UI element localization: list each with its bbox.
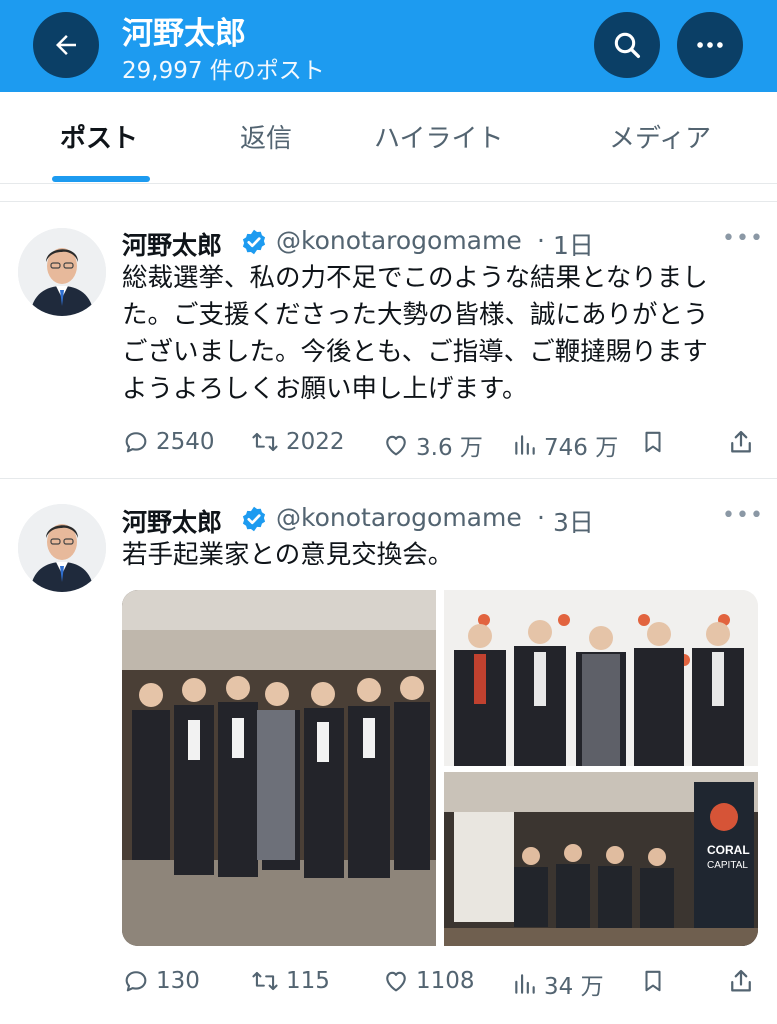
views-button[interactable]: 34 万 xyxy=(512,967,604,1001)
tab-media[interactable]: メディア xyxy=(609,118,711,155)
verified-badge-icon xyxy=(242,229,266,255)
coral-logo-text: CORAL xyxy=(707,843,750,857)
bookmark-button[interactable] xyxy=(640,967,666,995)
search-icon xyxy=(614,32,640,58)
media-photo-3[interactable]: CORAL CAPITAL xyxy=(444,772,758,946)
post-time[interactable]: 3日 xyxy=(553,503,594,539)
reply-button[interactable]: 2540 xyxy=(122,428,215,456)
avatar-portrait-icon xyxy=(18,228,106,316)
tweet-text: 総裁選挙、私の力不足でこのような結果となりまし た。ご支援くださった大勢の皆様、… xyxy=(122,260,762,408)
repost-count: 115 xyxy=(286,968,330,994)
profile-header: 河野太郎 29,997 件のポスト xyxy=(0,0,777,92)
tweet-text-line: た。ご支援くださった大勢の皆様、誠にありがとう xyxy=(122,300,709,330)
tweet-text: 若手起業家との意見交換会。 xyxy=(122,537,762,574)
avatar-portrait-icon xyxy=(18,504,106,592)
post-time[interactable]: 1日 xyxy=(553,226,594,262)
share-icon xyxy=(731,430,751,453)
media-photo-1[interactable] xyxy=(122,590,436,946)
author-name[interactable]: 河野太郎 xyxy=(122,226,222,262)
views-button[interactable]: 746 万 xyxy=(512,428,618,462)
tab-highlights[interactable]: ハイライト xyxy=(374,118,503,155)
post-count: 29,997 件のポスト xyxy=(122,58,325,84)
more-horizontal-icon xyxy=(697,42,723,48)
verified-badge-icon xyxy=(242,506,266,532)
separator-dot: · xyxy=(537,226,545,255)
tweet-text-line: ございました。今後とも、ご指導、ご鞭撻賜ります xyxy=(122,337,708,367)
share-button[interactable] xyxy=(727,967,755,995)
heart-icon xyxy=(386,971,406,992)
back-button[interactable] xyxy=(33,12,99,78)
profile-name: 河野太郎 xyxy=(122,16,246,52)
repost-button[interactable]: 2022 xyxy=(250,428,345,456)
panel-photo-image xyxy=(444,590,758,766)
coral-logo-subtext: CAPITAL xyxy=(707,860,748,871)
heart-icon xyxy=(386,435,406,456)
tweet-more-icon[interactable]: ••• xyxy=(722,226,764,251)
author-name[interactable]: 河野太郎 xyxy=(122,503,222,539)
active-tab-indicator xyxy=(52,176,150,182)
repost-icon xyxy=(252,971,278,991)
section-separator xyxy=(0,184,777,202)
avatar[interactable] xyxy=(18,228,106,316)
like-button[interactable]: 1108 xyxy=(382,967,475,995)
reply-icon xyxy=(125,971,147,992)
reply-icon xyxy=(125,432,147,453)
author-handle[interactable]: @konotarogomame xyxy=(276,503,522,532)
group-photo-image xyxy=(122,590,436,946)
bookmark-icon xyxy=(645,970,661,992)
like-count: 3.6 万 xyxy=(416,435,483,461)
stage-photo-image: CORAL CAPITAL xyxy=(444,772,758,946)
tweet-text-line: 総裁選挙、私の力不足でこのような結果となりまし xyxy=(122,263,708,293)
author-handle[interactable]: @konotarogomame xyxy=(276,226,522,255)
tweet-more-icon[interactable]: ••• xyxy=(722,503,764,528)
bookmark-icon xyxy=(645,431,661,453)
avatar[interactable] xyxy=(18,504,106,592)
tweet-text-line: 若手起業家との意見交換会。 xyxy=(122,540,454,570)
bookmark-button[interactable] xyxy=(640,428,666,456)
views-icon xyxy=(515,435,535,455)
views-count: 746 万 xyxy=(544,435,619,461)
search-button[interactable] xyxy=(594,12,660,78)
separator-dot: · xyxy=(537,503,545,532)
profile-tabs: ポスト 返信 ハイライト メディア xyxy=(0,92,777,184)
share-button[interactable] xyxy=(727,428,755,456)
share-icon xyxy=(731,969,751,992)
like-button[interactable]: 3.6 万 xyxy=(382,428,483,462)
views-icon xyxy=(515,974,535,994)
reply-count: 130 xyxy=(156,968,200,994)
repost-button[interactable]: 115 xyxy=(250,967,330,995)
repost-count: 2022 xyxy=(286,429,345,455)
reply-button[interactable]: 130 xyxy=(122,967,200,995)
tab-posts[interactable]: ポスト xyxy=(60,118,138,155)
tweet-media-grid: CORAL CAPITAL xyxy=(122,590,758,946)
views-count: 34 万 xyxy=(544,974,604,1000)
tweet-text-line: ようよろしくお願い申し上げます。 xyxy=(122,374,528,404)
like-count: 1108 xyxy=(416,968,475,994)
media-photo-2[interactable] xyxy=(444,590,758,766)
arrow-left-icon xyxy=(56,35,76,55)
tab-replies[interactable]: 返信 xyxy=(240,118,292,155)
repost-icon xyxy=(252,432,278,452)
tweet-divider xyxy=(0,478,777,479)
reply-count: 2540 xyxy=(156,429,215,455)
more-button[interactable] xyxy=(677,12,743,78)
